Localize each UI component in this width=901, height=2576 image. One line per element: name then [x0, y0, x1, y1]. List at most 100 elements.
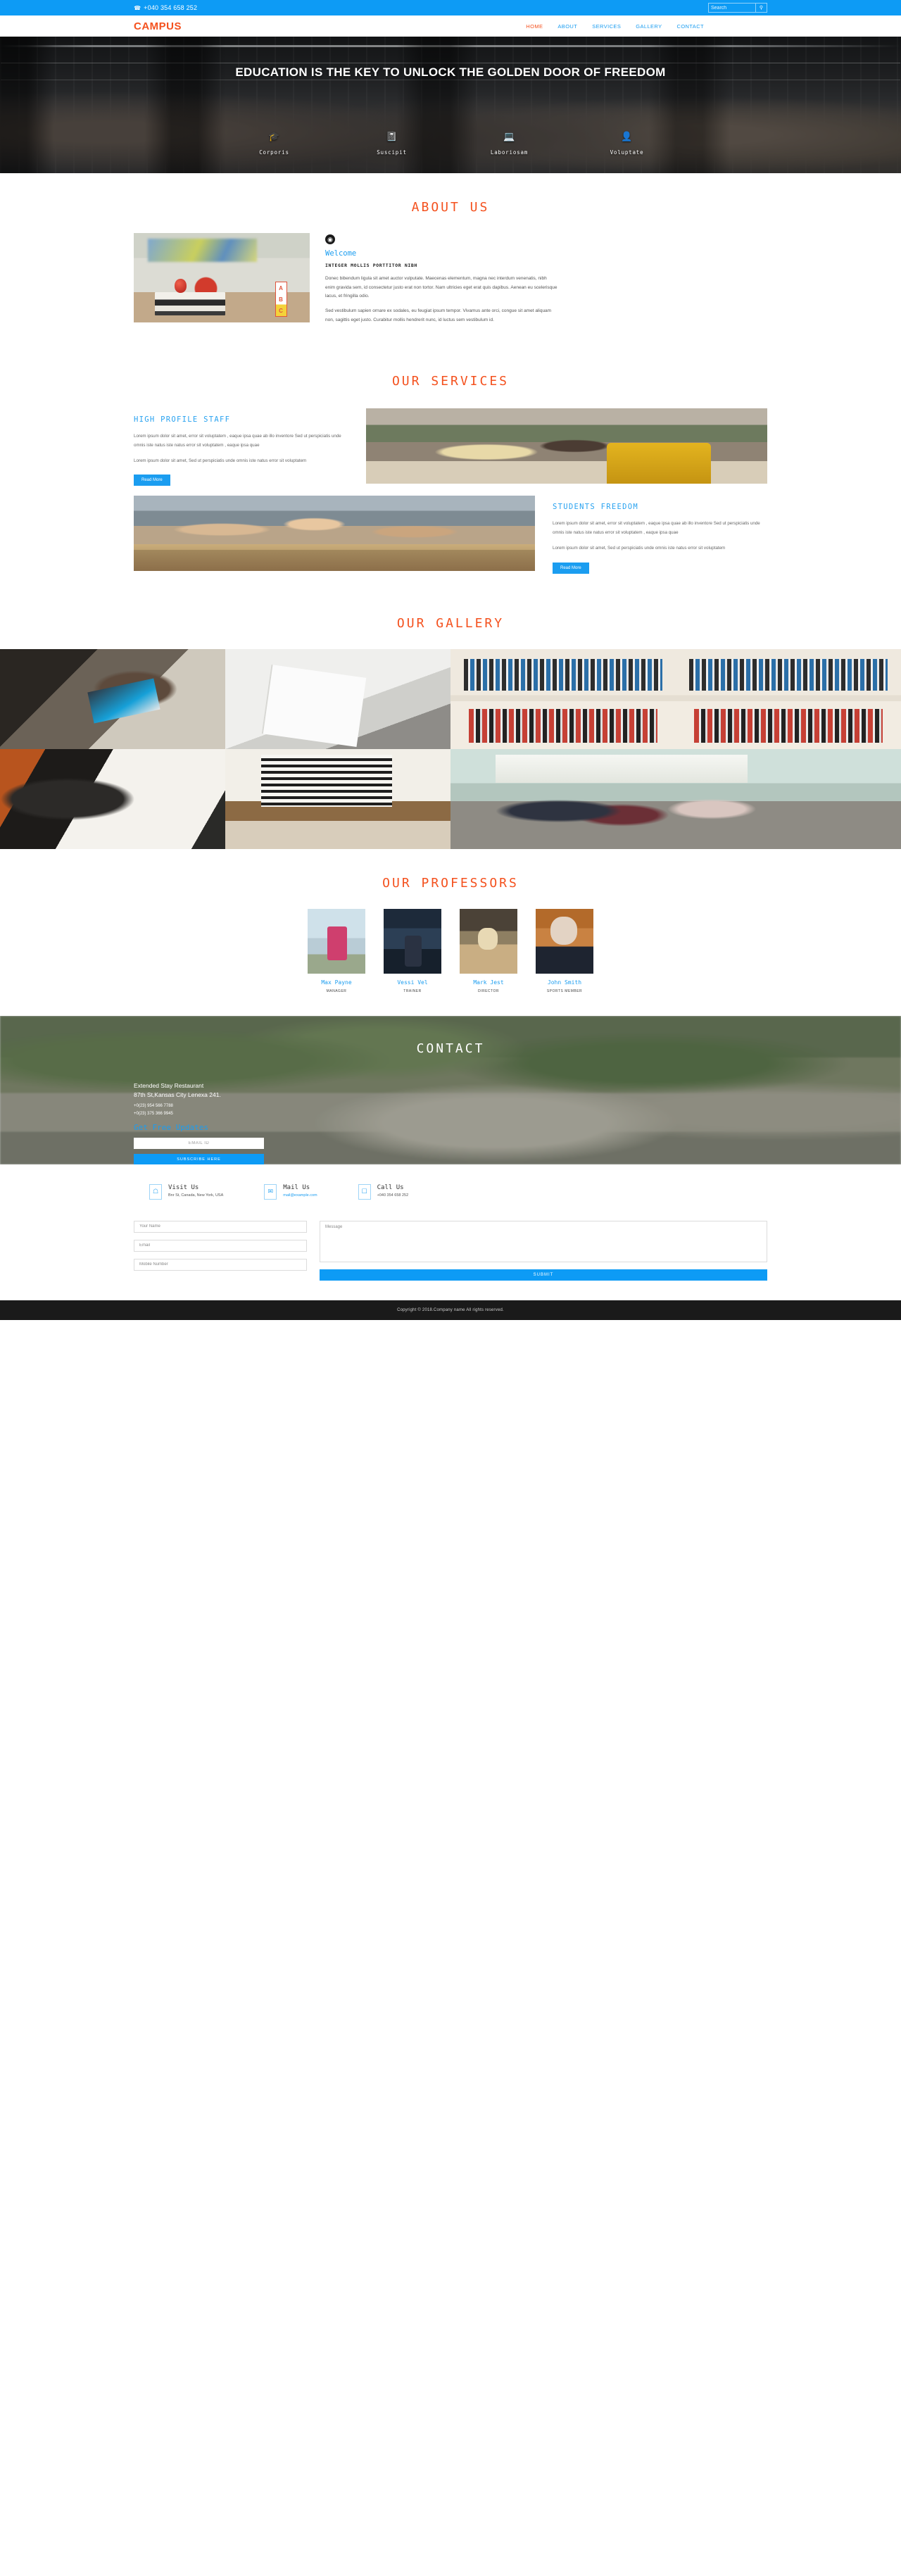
- gallery-item[interactable]: [0, 748, 225, 849]
- contact-section: CONTACT Extended Stay Restaurant 87th St…: [0, 1015, 901, 1164]
- hero-feature-label: Suscipit: [377, 149, 407, 156]
- form-left-column: [134, 1220, 307, 1281]
- about-image-books: [155, 291, 225, 315]
- about-row: ABC ◉ Welcome INTEGER MOLLIS PORTTITOR N…: [134, 233, 767, 330]
- gallery-item[interactable]: [676, 648, 901, 749]
- professor-name: Vessi Vel: [397, 979, 428, 986]
- newsletter-email-input[interactable]: [134, 1137, 264, 1149]
- professor-name: John Smith: [547, 979, 582, 986]
- gallery-item[interactable]: [450, 648, 676, 749]
- professor-photo: [536, 908, 593, 974]
- footer-card-email-link[interactable]: mail@example.com: [283, 1193, 317, 1198]
- laptop-icon: 💻: [503, 131, 515, 142]
- service-paragraph-1: Lorem ipsum dolor sit amet, error sit vo…: [553, 521, 760, 536]
- footer-card-title: Mail Us: [283, 1183, 310, 1191]
- search-input[interactable]: [709, 4, 755, 12]
- topbar-phone: ☎ +040 354 658 252: [134, 4, 197, 11]
- hero-content: EDUCATION IS THE KEY TO UNLOCK THE GOLDE…: [0, 37, 901, 82]
- contact-heading: CONTACT: [416, 1041, 485, 1056]
- service-paragraph-1: Lorem ipsum dolor sit amet, error sit vo…: [134, 434, 341, 448]
- email-input[interactable]: [134, 1239, 307, 1252]
- envelope-icon: ✉: [264, 1183, 277, 1200]
- gallery-row: [0, 748, 901, 849]
- mobile-number-input[interactable]: [134, 1258, 307, 1271]
- hero-feature-label: Corporis: [259, 149, 289, 156]
- footer-info-row: ☖ Visit Us Bnr St, Canada, New York, USA…: [134, 1183, 767, 1200]
- about-image: ABC: [134, 233, 310, 322]
- get-free-updates-title: Get Free Updates: [134, 1122, 208, 1132]
- hero-banner: EDUCATION IS THE KEY TO UNLOCK THE GOLDE…: [0, 37, 901, 173]
- nav-links: HOME ABOUT SERVICES GALLERY CONTACT: [526, 23, 767, 30]
- service-paragraph-2: Lorem ipsum dolor sit amet, Sed ut persp…: [134, 458, 307, 463]
- service-title: STUDENTS FREEDOM: [553, 503, 638, 512]
- footer-card-title: Visit Us: [168, 1183, 199, 1191]
- service-item-students-freedom: STUDENTS FREEDOM Lorem ipsum dolor sit a…: [134, 496, 767, 574]
- message-textarea[interactable]: [320, 1220, 767, 1262]
- top-bar: ☎ +040 354 658 252 ⚲: [0, 0, 901, 15]
- nav-item-home[interactable]: HOME: [526, 23, 543, 30]
- professor-role: MANAGER: [326, 988, 347, 993]
- nav-item-gallery[interactable]: GALLERY: [636, 23, 662, 30]
- gallery-heading: OUR GALLERY: [396, 615, 505, 631]
- service-item-high-profile-staff: HIGH PROFILE STAFF Lorem ipsum dolor sit…: [134, 408, 767, 486]
- about-paragraph-2: Sed vestibulum sapien ornare ex sodales,…: [325, 308, 552, 322]
- professor-photo: [308, 908, 365, 974]
- contact-phone-2: +0(23) 375 366 9945: [134, 1112, 173, 1117]
- gallery-item[interactable]: [0, 648, 225, 749]
- home-icon: ☖: [149, 1183, 162, 1200]
- search-icon: ⚲: [759, 6, 764, 11]
- professor-card[interactable]: John Smith SPORTS MEMBER: [536, 908, 593, 993]
- hero-feature-suscipit[interactable]: 📓 Suscipit: [360, 132, 424, 158]
- about-section: ABOUT US ABC ◉ Welcome INTEGER MOLLIS PO…: [0, 173, 901, 351]
- nav-item-services[interactable]: SERVICES: [592, 23, 621, 30]
- read-more-button[interactable]: Read More: [553, 562, 589, 574]
- footer-card-subtitle: Bnr St, Canada, New York, USA: [168, 1193, 224, 1198]
- hero-title: EDUCATION IS THE KEY TO UNLOCK THE GOLDE…: [235, 65, 666, 79]
- search-button[interactable]: ⚲: [755, 4, 767, 12]
- professor-card[interactable]: Vessi Vel TRAINER: [384, 908, 441, 993]
- gallery-item[interactable]: [225, 648, 450, 749]
- about-image-abc-blocks: ABC: [275, 282, 287, 318]
- professor-card[interactable]: Max Payne MANAGER: [308, 908, 365, 993]
- hero-feature-laboriosam[interactable]: 💻 Laboriosam: [477, 132, 542, 158]
- gallery-grid: [0, 648, 901, 849]
- subscribe-button[interactable]: SUBSCRIBE HERE: [134, 1153, 264, 1164]
- graduation-cap-icon: 🎓: [268, 131, 280, 142]
- site-logo[interactable]: CAMPUS: [134, 20, 182, 32]
- contact-phone-1: +0(23) 954 566 7788: [134, 1103, 173, 1108]
- professor-card[interactable]: Mark Jest DIRECTOR: [460, 908, 517, 993]
- contact-form: SUBMIT: [134, 1220, 767, 1300]
- search-box[interactable]: ⚲: [708, 3, 767, 13]
- about-image-wall-art: [148, 238, 257, 262]
- nav-item-about[interactable]: ABOUT: [557, 23, 577, 30]
- gallery-item[interactable]: [450, 748, 901, 849]
- read-more-button[interactable]: Read More: [134, 475, 170, 486]
- hero-feature-label: Laboriosam: [490, 149, 529, 156]
- hero-feature-voluptate[interactable]: 👤 Voluptate: [595, 132, 660, 158]
- service-text: STUDENTS FREEDOM Lorem ipsum dolor sit a…: [535, 496, 767, 574]
- service-text: HIGH PROFILE STAFF Lorem ipsum dolor sit…: [134, 408, 366, 486]
- footer-card-visit-us: ☖ Visit Us Bnr St, Canada, New York, USA: [149, 1183, 224, 1200]
- nav-item-contact[interactable]: CONTACT: [677, 23, 705, 30]
- gallery-item[interactable]: [225, 748, 450, 849]
- about-subheading: INTEGER MOLLIS PORTTITOR NIBH: [325, 263, 417, 268]
- contact-address-line-2: 87th St,Kansas City Lenexa 241.: [134, 1091, 221, 1098]
- gallery-row: [0, 648, 901, 749]
- contact-address-line-1: Extended Stay Restaurant: [134, 1081, 204, 1089]
- professor-role: SPORTS MEMBER: [546, 988, 583, 993]
- user-icon: 👤: [621, 131, 633, 142]
- professor-role: DIRECTOR: [477, 988, 500, 993]
- contact-inner: CONTACT Extended Stay Restaurant 87th St…: [0, 1016, 901, 1164]
- hero-feature-corporis[interactable]: 🎓 Corporis: [242, 132, 307, 158]
- professors-section: OUR PROFESSORS Max Payne MANAGER Vessi V…: [0, 849, 901, 1016]
- professor-photo: [384, 908, 441, 974]
- name-input[interactable]: [134, 1220, 307, 1233]
- about-text: ◉ Welcome INTEGER MOLLIS PORTTITOR NIBH …: [325, 233, 767, 330]
- main-navigation: CAMPUS HOME ABOUT SERVICES GALLERY CONTA…: [0, 15, 901, 37]
- services-heading: OUR SERVICES: [391, 374, 510, 389]
- submit-button[interactable]: SUBMIT: [320, 1269, 767, 1281]
- professor-name: Max Payne: [321, 979, 352, 986]
- professor-name: Mark Jest: [473, 979, 504, 986]
- hero-feature-label: Voluptate: [610, 149, 644, 156]
- form-right-column: SUBMIT: [320, 1220, 767, 1281]
